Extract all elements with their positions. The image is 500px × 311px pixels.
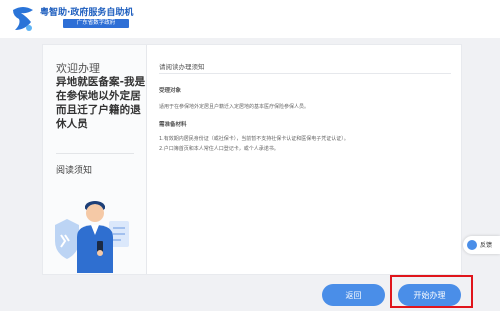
logo-title: 粤智助·政府服务自助机 — [40, 8, 134, 18]
top-bar: 粤智助·政府服务自助机 广东省数字政府 — [0, 0, 500, 38]
back-button[interactable]: 返回 — [322, 284, 385, 306]
service-title: 异地就医备案-我是在参保地以外定居而且迁了户籍的退休人员 — [56, 76, 146, 130]
divider — [56, 153, 134, 154]
section-title-eligibility: 受理对象 — [159, 88, 182, 94]
service-info-pane: 欢迎办理 异地就医备案-我是在参保地以外定居而且迁了户籍的退休人员 阅读须知 — [43, 45, 147, 274]
materials-item-2: 2.户口簿首页和本人常住人口登记卡，或个人承诺书。 — [159, 146, 279, 152]
feedback-icon — [467, 240, 477, 250]
feedback-button[interactable]: 反馈 — [463, 236, 500, 254]
welcome-text: 欢迎办理 — [56, 62, 100, 75]
feedback-label: 反馈 — [480, 242, 493, 249]
notice-card: 欢迎办理 异地就医备案-我是在参保地以外定居而且迁了户籍的退休人员 阅读须知 请… — [42, 44, 462, 275]
divider — [159, 73, 451, 74]
tab-reading-notice[interactable]: 阅读须知 — [56, 163, 92, 176]
officer-illustration — [55, 201, 129, 273]
notice-title: 请阅读办理须知 — [159, 63, 205, 71]
materials-item-1: 1.有效期内居民身份证（或社保卡），当前暂不支持社保卡认证和医保电子凭证认证）。 — [159, 136, 349, 142]
logo-subtitle: 广东省数字政府 — [63, 19, 129, 28]
notice-pane: 请阅读办理须知 受理对象 适用于在参保地外定居且户籍迁入定居地的基本医疗保险参保… — [147, 45, 461, 274]
logo-icon — [13, 7, 33, 31]
section-title-materials: 需准备材料 — [159, 122, 187, 128]
eligibility-text: 适用于在参保地外定居且户籍迁入定居地的基本医疗保险参保人员。 — [159, 104, 310, 110]
start-button-highlight — [390, 275, 473, 308]
